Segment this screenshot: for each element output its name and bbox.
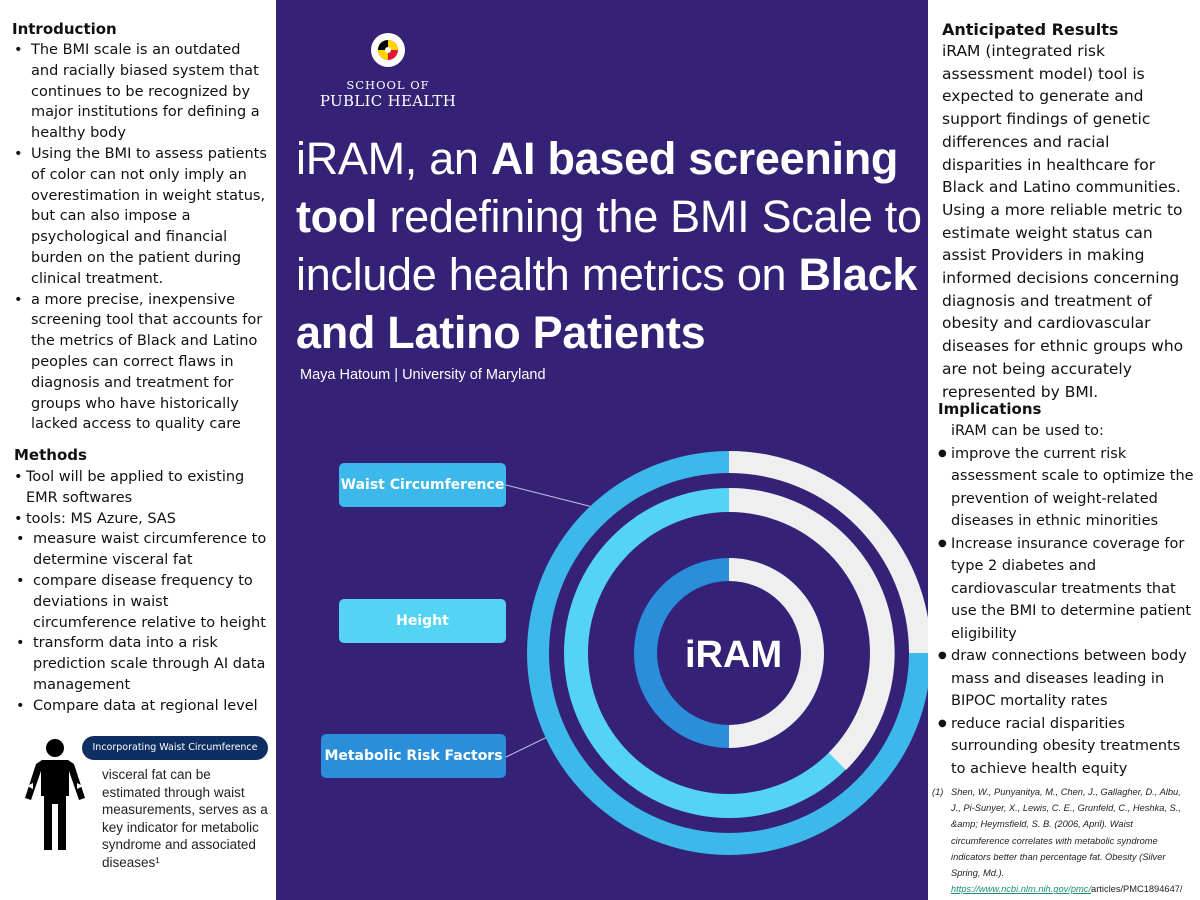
- waist-circumference-description: visceral fat can be estimated through wa…: [102, 767, 268, 870]
- label-metabolic-risk-factors: Metabolic Risk Factors: [321, 734, 506, 778]
- methods-section: Methods Tool will be applied to existing…: [14, 446, 272, 717]
- waist-circumference-badge: Incorporating Waist Circumference: [82, 736, 268, 760]
- methods-bullet: Compare data at regional level: [14, 696, 272, 717]
- anticipated-results-heading: Anticipated Results: [942, 20, 1119, 39]
- implications-bullet: improve the current risk assessment scal…: [938, 443, 1194, 533]
- introduction-heading: Introduction: [12, 20, 117, 38]
- anticipated-results-text: iRAM (integrated risk assessment model) …: [942, 42, 1184, 401]
- implications-heading: Implications: [938, 400, 1042, 418]
- reference-number: (1): [932, 787, 944, 797]
- methods-list: Tool will be applied to existing EMR sof…: [14, 467, 272, 717]
- poster-center-panel: SCHOOL OF PUBLIC HEALTH iRAM, an AI base…: [276, 0, 928, 900]
- implications-section: Implications iRAM can be used to: improv…: [938, 400, 1194, 780]
- methods-bullet: measure waist circumference to determine…: [14, 529, 272, 571]
- introduction-bullet: Using the BMI to assess patients of colo…: [12, 144, 270, 290]
- introduction-bullet: a more precise, inexpensive screening to…: [12, 290, 270, 436]
- implications-bullet: draw connections between body mass and d…: [938, 645, 1194, 713]
- implications-bullet: Increase insurance coverage for type 2 d…: [938, 533, 1194, 646]
- implications-intro: iRAM can be used to:: [951, 423, 1104, 439]
- label-waist-circumference: Waist Circumference: [339, 463, 506, 507]
- methods-bullet: transform data into a risk prediction sc…: [14, 633, 272, 695]
- methods-bullet: Tool will be applied to existing EMR sof…: [14, 467, 272, 509]
- introduction-section: Introduction The BMI scale is an outdate…: [12, 20, 270, 435]
- introduction-bullet: The BMI scale is an outdated and raciall…: [12, 40, 270, 144]
- person-measure-icon: [25, 739, 85, 850]
- implications-list: improve the current risk assessment scal…: [938, 443, 1194, 781]
- anticipated-results-section: Anticipated Results iRAM (integrated ris…: [942, 20, 1192, 403]
- label-height: Height: [339, 599, 506, 643]
- reference-citation: Shen, W., Punyanitya, M., Chen, J., Gall…: [951, 787, 1181, 879]
- methods-heading: Methods: [14, 446, 87, 464]
- methods-bullet: tools: MS Azure, SAS: [14, 509, 272, 530]
- reference-link-tail: articles/PMC1894647/: [1091, 884, 1183, 895]
- left-column: Introduction The BMI scale is an outdate…: [0, 0, 276, 900]
- reference-body: Shen, W., Punyanitya, M., Chen, J., Gall…: [951, 784, 1189, 897]
- diagram-center-label: iRAM: [685, 634, 782, 676]
- implications-bullet: reduce racial disparities surrounding ob…: [938, 713, 1194, 781]
- methods-bullet: compare disease frequency to deviations …: [14, 571, 272, 633]
- reference-link[interactable]: https://www.ncbi.nlm.nih.gov/pmc/: [951, 884, 1091, 894]
- introduction-list: The BMI scale is an outdated and raciall…: [12, 40, 270, 435]
